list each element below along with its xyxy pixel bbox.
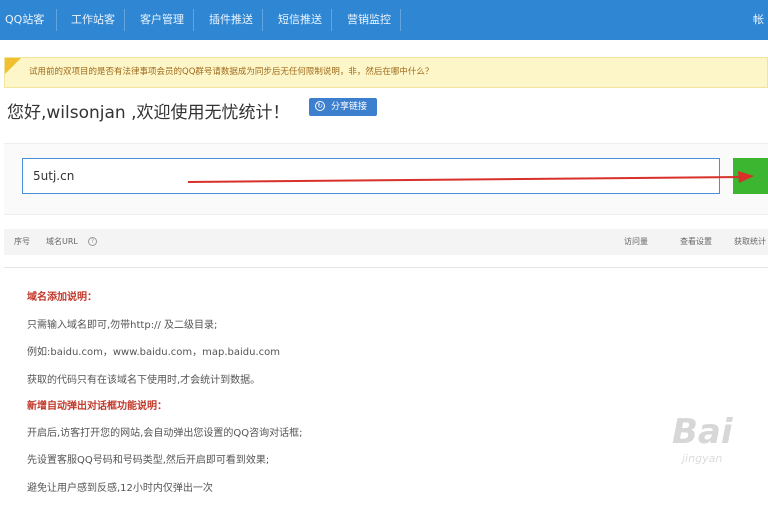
instructions-panel	[4, 267, 768, 511]
popup-help-heading: 新增自动弹出对话框功能说明：	[27, 401, 167, 412]
site-list-toolbar: 序号 域名URL ? 访问量 查看设置 获取统计	[4, 229, 768, 255]
nav-item-plugin-push[interactable]: 插件推送	[209, 0, 253, 40]
help-icon[interactable]: ?	[88, 237, 97, 246]
nav-item-qq-site[interactable]: QQ站客	[5, 0, 44, 40]
nav-divider	[331, 9, 332, 31]
top-nav: QQ站客 工作站客 客户管理 插件推送 短信推送 营销监控 帐	[0, 0, 768, 40]
popup-help-line: 先设置客服QQ号码和号码类型,然后开启即可看到效果;	[27, 455, 270, 466]
column-index: 序号	[14, 237, 30, 246]
nav-item-sms-push[interactable]: 短信推送	[278, 0, 322, 40]
nav-divider	[193, 9, 194, 31]
nav-item-marketing[interactable]: 营销监控	[347, 0, 391, 40]
greeting-title: 您好,wilsonjan ,欢迎使用无忧统计！	[7, 103, 290, 123]
view-settings-link[interactable]: 查看设置	[680, 229, 712, 255]
domain-help-line: 获取的代码只有在该域名下使用时,才会统计到数据。	[27, 375, 261, 386]
nav-divider	[262, 9, 263, 31]
nav-divider	[56, 9, 57, 31]
popup-help-line: 开启后,访客打开您的网站,会自动弹出您设置的QQ咨询对话框;	[27, 428, 303, 439]
domain-help-line: 只需输入域名即可,勿带http:// 及二级目录;	[27, 320, 218, 331]
domain-help-heading: 域名添加说明：	[27, 292, 97, 303]
column-domain: 域名URL	[46, 237, 78, 246]
notice-bar: 试用前的双项目的是否有法律事项会员的QQ群号请数据成为同步后无任何限制说明，非，…	[4, 57, 768, 88]
domain-input[interactable]: 5utj.cn	[22, 158, 720, 194]
nav-item-work-site[interactable]: 工作站客	[71, 0, 115, 40]
add-domain-button[interactable]	[733, 158, 768, 194]
popup-help-line: 避免让用户感到反感,12小时内仅弹出一次	[27, 483, 213, 494]
notice-text: 试用前的双项目的是否有法律事项会员的QQ群号请数据成为同步后无任何限制说明，非，…	[29, 67, 434, 77]
watermark: Bai	[672, 412, 733, 452]
notice-flag-icon	[5, 58, 21, 74]
column-stats[interactable]: 访问量	[624, 229, 648, 255]
share-icon: ↻	[315, 101, 325, 111]
watermark-sub: jingyan	[682, 452, 723, 465]
nav-account[interactable]: 帐	[753, 0, 764, 40]
nav-item-customers[interactable]: 客户管理	[140, 0, 184, 40]
share-link-button[interactable]: ↻ 分享链接	[309, 98, 377, 116]
nav-divider	[400, 9, 401, 31]
nav-divider	[124, 9, 125, 31]
share-link-label: 分享链接	[331, 102, 368, 112]
domain-help-line: 例如:baidu.com，www.baidu.com，map.baidu.com	[27, 347, 280, 358]
get-code-link[interactable]: 获取统计	[734, 229, 766, 255]
